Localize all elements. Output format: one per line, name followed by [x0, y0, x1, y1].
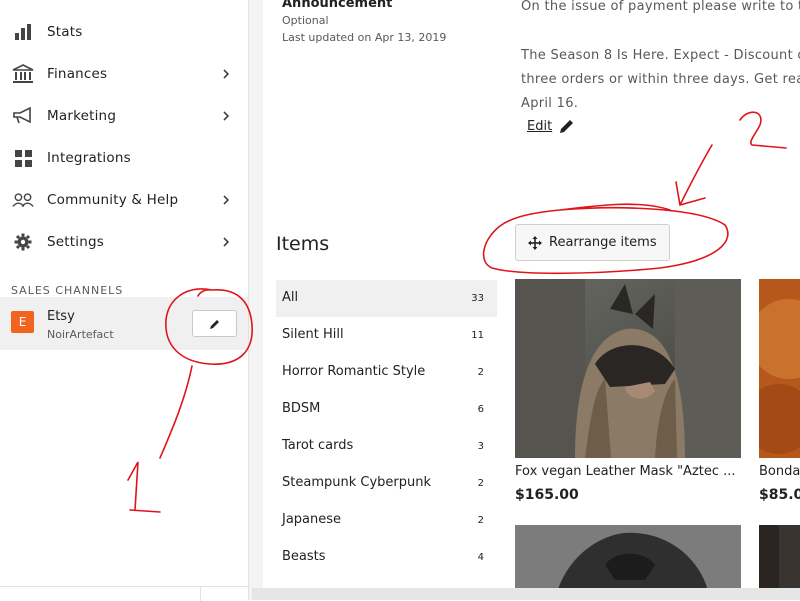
chevron-right-icon [222, 193, 232, 207]
section-tarot-cards[interactable]: Tarot cards 3 [276, 428, 497, 465]
section-horror-romantic-style[interactable]: Horror Romantic Style 2 [276, 354, 497, 391]
people-icon [12, 189, 34, 211]
sales-channel-etsy[interactable]: E Etsy NoirArtefact [0, 297, 248, 350]
announcement-text-line: The Season 8 Is Here. Expect - Discount … [521, 48, 800, 63]
announcement-optional-label: Optional [282, 14, 329, 27]
section-bdsm[interactable]: BDSM 6 [276, 391, 497, 428]
announcement-title: Announcement [282, 0, 393, 11]
product-title[interactable]: Bonda [759, 464, 800, 479]
section-label: Silent Hill [282, 327, 344, 342]
product-image[interactable] [515, 279, 741, 458]
pencil-icon[interactable] [559, 118, 575, 138]
sidebar-footer [0, 586, 248, 601]
megaphone-icon [12, 105, 34, 127]
edit-channel-button[interactable] [192, 310, 237, 337]
gear-icon [12, 231, 34, 253]
sidebar-item-label: Stats [47, 24, 83, 40]
announcement-text-line: three orders or within three days. Get r… [521, 72, 800, 87]
section-label: All [282, 290, 299, 305]
pencil-icon [209, 319, 219, 329]
section-count: 11 [471, 330, 484, 341]
announcement-updated: Last updated on Apr 13, 2019 [282, 31, 447, 44]
sales-channels-heading: SALES CHANNELS [11, 284, 124, 297]
section-label: Horror Romantic Style [282, 364, 426, 379]
etsy-logo-icon: E [11, 311, 34, 333]
sidebar-item-label: Settings [47, 234, 104, 250]
sidebar-item-label: Marketing [47, 108, 117, 124]
channel-shop-name: NoirArtefact [47, 328, 114, 341]
sidebar-item-community-help[interactable]: Community & Help [0, 180, 248, 220]
sidebar-item-settings[interactable]: Settings [0, 222, 248, 262]
product-title[interactable]: Fox vegan Leather Mask "Aztec ... [515, 464, 736, 479]
edit-announcement-link[interactable]: Edit [527, 119, 552, 134]
rearrange-items-button[interactable]: Rearrange items [515, 224, 670, 261]
section-all[interactable]: All 33 [276, 280, 497, 317]
section-steampunk-cyberpunk[interactable]: Steampunk Cyberpunk 2 [276, 465, 497, 502]
horizontal-scrollbar[interactable] [252, 588, 800, 600]
product-price: $85.0 [759, 487, 800, 503]
sidebar-item-finances[interactable]: Finances [0, 54, 248, 94]
section-label: Beasts [282, 549, 326, 564]
bank-icon [12, 63, 34, 85]
sidebar-item-label: Community & Help [47, 192, 179, 208]
section-count: 2 [477, 478, 484, 489]
section-label: Steampunk Cyberpunk [282, 475, 431, 490]
sidebar-item-label: Finances [47, 66, 108, 82]
announcement-text-line: April 16. [521, 96, 579, 111]
sidebar-item-label: Integrations [47, 150, 131, 166]
sidebar-item-integrations[interactable]: Integrations [0, 138, 248, 178]
main-content: Announcement Optional Last updated on Ap… [263, 0, 800, 600]
section-japanese[interactable]: Japanese 2 [276, 502, 497, 539]
chevron-right-icon [222, 235, 232, 249]
sidebar: Stats Finances Marketing Integrations Co… [0, 0, 249, 601]
move-arrows-icon [528, 235, 542, 254]
grid-icon [12, 147, 34, 169]
section-count: 3 [477, 441, 484, 452]
section-count: 2 [477, 367, 484, 378]
channel-name: Etsy [47, 309, 75, 324]
section-beasts[interactable]: Beasts 4 [276, 539, 497, 576]
chevron-right-icon [222, 109, 232, 123]
section-count: 2 [477, 515, 484, 526]
section-label: BDSM [282, 401, 321, 416]
product-image[interactable] [759, 279, 800, 458]
content-gutter [249, 0, 263, 600]
announcement-text-line: On the issue of payment please write to … [521, 0, 800, 14]
sidebar-item-marketing[interactable]: Marketing [0, 96, 248, 136]
bar-chart-icon [12, 21, 34, 43]
items-heading: Items [276, 233, 330, 255]
section-label: Tarot cards [282, 438, 354, 453]
section-count: 4 [477, 552, 484, 563]
section-count: 6 [477, 404, 484, 415]
rearrange-items-label: Rearrange items [549, 235, 657, 250]
sidebar-item-stats[interactable]: Stats [0, 12, 248, 52]
chevron-right-icon [222, 67, 232, 81]
section-label: Japanese [282, 512, 342, 527]
product-price: $165.00 [515, 487, 579, 503]
section-count: 33 [471, 293, 484, 304]
section-silent-hill[interactable]: Silent Hill 11 [276, 317, 497, 354]
